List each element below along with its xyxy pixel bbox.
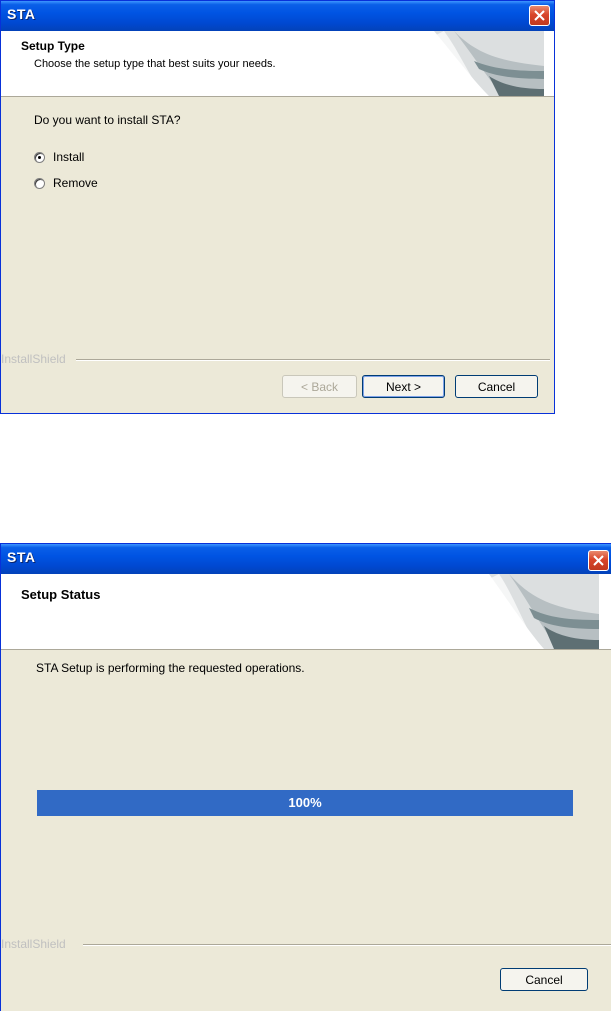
installshield-label: InstallShield: [1, 352, 66, 366]
install-option[interactable]: Install: [34, 149, 84, 165]
setup-type-dialog: STA Setup Type Choose the setup type tha…: [0, 0, 555, 414]
remove-option[interactable]: Remove: [34, 175, 98, 191]
close-icon: [534, 10, 545, 21]
title-bar[interactable]: STA: [1, 544, 611, 574]
header-subtitle: Choose the setup type that best suits yo…: [34, 58, 276, 70]
divider: [83, 944, 611, 946]
dialog-header: Setup Type Choose the setup type that be…: [1, 31, 554, 97]
status-text: STA Setup is performing the requested op…: [36, 661, 305, 675]
header-title: Setup Type: [21, 39, 85, 53]
install-prompt: Do you want to install STA?: [34, 113, 181, 127]
progress-bar: 100%: [37, 790, 573, 816]
next-button[interactable]: Next >: [362, 375, 445, 398]
window-title: STA: [7, 6, 36, 22]
install-radio[interactable]: [34, 151, 45, 163]
installshield-header-graphic: [434, 31, 544, 96]
progress-label: 100%: [288, 795, 322, 810]
back-button[interactable]: < Back: [282, 375, 357, 398]
close-icon: [593, 555, 604, 566]
remove-option-label: Remove: [53, 176, 98, 190]
close-button[interactable]: [588, 550, 609, 571]
remove-radio[interactable]: [34, 177, 45, 189]
header-title: Setup Status: [21, 587, 101, 602]
installshield-header-graphic: [489, 574, 599, 649]
close-button[interactable]: [529, 5, 550, 26]
cancel-button[interactable]: Cancel: [455, 375, 538, 398]
cancel-button[interactable]: Cancel: [500, 968, 588, 991]
window-title: STA: [7, 549, 36, 565]
dialog-header: Setup Status: [1, 574, 611, 650]
installshield-label: InstallShield: [1, 937, 66, 951]
setup-status-dialog: STA Setup Status STA Setup is performing…: [0, 543, 611, 1011]
install-option-label: Install: [53, 150, 85, 164]
title-bar[interactable]: STA: [1, 1, 554, 31]
divider: [76, 359, 550, 361]
